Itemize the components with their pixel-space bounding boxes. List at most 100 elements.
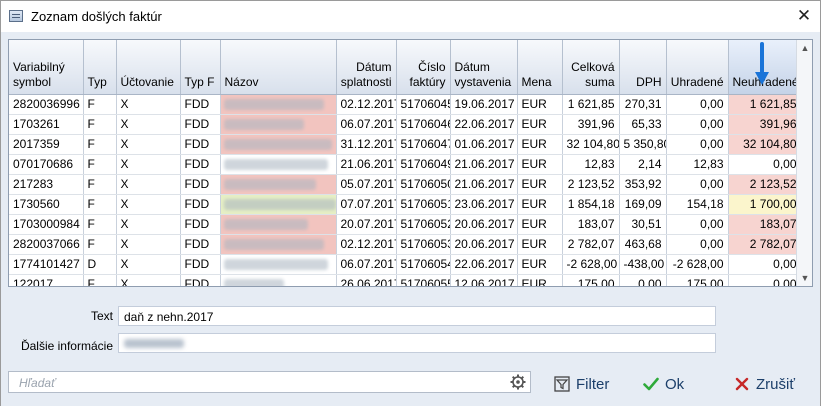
col-header-invoice-number[interactable]: Číslo faktúry bbox=[396, 40, 451, 95]
close-icon[interactable]: ✕ bbox=[792, 5, 816, 29]
cell-type: F bbox=[83, 94, 117, 115]
cell-issue-date: 20.06.2017 bbox=[450, 214, 518, 235]
cell-invoice-type: FDD bbox=[180, 114, 221, 135]
cell-due-date: 20.07.2017 bbox=[336, 214, 397, 235]
cell-vat: 169,09 bbox=[619, 194, 667, 215]
cell-issue-date: 12.06.2017 bbox=[450, 274, 518, 286]
vertical-scrollbar[interactable]: ▲ ▼ bbox=[796, 40, 812, 286]
cell-vat: -438,00 bbox=[619, 254, 667, 275]
cell-vat: 270,31 bbox=[619, 94, 667, 115]
table-row[interactable]: 122017 F X FDD 26.06.2017 51706055 12.06.2017 E… bbox=[9, 274, 802, 286]
cross-icon bbox=[735, 377, 749, 391]
redacted-name bbox=[223, 118, 304, 130]
cell-invoice-type: FDD bbox=[180, 214, 221, 235]
cell-type: F bbox=[83, 114, 117, 135]
cell-accounting: X bbox=[116, 114, 181, 135]
cell-name bbox=[220, 254, 337, 275]
text-field[interactable]: daň z nehn.2017 bbox=[118, 306, 716, 326]
cell-paid: 0,00 bbox=[666, 214, 729, 235]
cell-due-date: 02.12.2017 bbox=[336, 94, 397, 115]
table-row[interactable]: 1730560 F X FDD 07.07.2017 51706051 23.06.2017… bbox=[9, 194, 802, 215]
col-header-issue-date[interactable]: Dátum vystavenia bbox=[450, 40, 518, 95]
cell-issue-date: 22.06.2017 bbox=[450, 254, 518, 275]
scroll-up-icon[interactable]: ▲ bbox=[797, 40, 812, 56]
cell-accounting: X bbox=[116, 134, 181, 155]
cell-paid: -2 628,00 bbox=[666, 254, 729, 275]
cell-vat: 2,14 bbox=[619, 154, 667, 175]
search-box[interactable]: Hľadať bbox=[8, 371, 531, 393]
cell-accounting: X bbox=[116, 174, 181, 195]
cell-currency: EUR bbox=[517, 214, 563, 235]
cell-paid: 175,00 bbox=[666, 274, 729, 286]
cell-paid: 0,00 bbox=[666, 94, 729, 115]
col-header-vat[interactable]: DPH bbox=[619, 40, 667, 95]
invoice-grid[interactable]: Variabilný symbol Typ Účtovanie Typ F Ná… bbox=[8, 39, 813, 287]
cell-unpaid: 183,07 bbox=[728, 214, 802, 235]
cell-currency: EUR bbox=[517, 154, 563, 175]
more-info-field[interactable] bbox=[118, 333, 716, 353]
cell-type: F bbox=[83, 194, 117, 215]
cell-accounting: X bbox=[116, 214, 181, 235]
cell-variable-symbol: 1703261 bbox=[9, 114, 84, 135]
cell-currency: EUR bbox=[517, 94, 563, 115]
window-title: Zoznam došlých faktúr bbox=[31, 9, 162, 24]
table-row[interactable]: 1703261 F X FDD 06.07.2017 51706046 22.06.2017… bbox=[9, 114, 802, 135]
cell-currency: EUR bbox=[517, 254, 563, 275]
col-header-name[interactable]: Názov bbox=[220, 40, 337, 95]
app-window-icon bbox=[9, 10, 23, 22]
table-row[interactable]: 1774101427 D X FDD 06.07.2017 51706054 22.06.2… bbox=[9, 254, 802, 275]
cell-vat: 353,92 bbox=[619, 174, 667, 195]
cell-type: F bbox=[83, 234, 117, 255]
col-header-variable-symbol[interactable]: Variabilný symbol bbox=[9, 40, 84, 95]
text-field-value: daň z nehn.2017 bbox=[124, 310, 214, 324]
cell-unpaid: 32 104,80 bbox=[728, 134, 802, 155]
redacted-name bbox=[223, 258, 328, 270]
gear-icon[interactable] bbox=[510, 374, 526, 390]
cell-paid: 0,00 bbox=[666, 134, 729, 155]
redacted-name bbox=[223, 98, 324, 110]
filter-button[interactable]: Filter bbox=[554, 372, 609, 396]
cell-invoice-number: 51706049 bbox=[396, 154, 451, 175]
col-header-accounting[interactable]: Účtovanie bbox=[116, 40, 181, 95]
cell-invoice-type: FDD bbox=[180, 134, 221, 155]
table-row[interactable]: 2017359 F X FDD 31.12.2017 51706047 01.06.2017… bbox=[9, 134, 802, 155]
cell-name bbox=[220, 214, 337, 235]
cell-vat: 463,68 bbox=[619, 234, 667, 255]
cell-issue-date: 21.06.2017 bbox=[450, 174, 518, 195]
redacted-name bbox=[223, 158, 328, 170]
cell-vat: 65,33 bbox=[619, 114, 667, 135]
col-header-paid[interactable]: Uhradené bbox=[666, 40, 729, 95]
grid-header-row: Variabilný symbol Typ Účtovanie Typ F Ná… bbox=[9, 40, 802, 95]
search-placeholder: Hľadať bbox=[19, 376, 56, 390]
cell-currency: EUR bbox=[517, 234, 563, 255]
cell-total: 32 104,80 bbox=[562, 134, 620, 155]
table-row[interactable]: 2820036996 F X FDD 02.12.2017 51706045 19.06.2… bbox=[9, 94, 802, 115]
scroll-down-icon[interactable]: ▼ bbox=[797, 270, 812, 286]
cancel-button[interactable]: Zrušiť bbox=[734, 372, 795, 396]
col-header-invoice-type[interactable]: Typ F bbox=[180, 40, 221, 95]
table-row[interactable]: 217283 F X FDD 05.07.2017 51706050 21.06.2017 E… bbox=[9, 174, 802, 195]
col-header-currency[interactable]: Mena bbox=[517, 40, 563, 95]
cell-paid: 0,00 bbox=[666, 174, 729, 195]
more-info-redacted bbox=[124, 339, 184, 348]
col-header-total[interactable]: Celková suma bbox=[562, 40, 620, 95]
col-header-due-date[interactable]: Dátum splatnosti bbox=[336, 40, 397, 95]
cell-unpaid: 0,00 bbox=[728, 154, 802, 175]
cell-vat: 30,51 bbox=[619, 214, 667, 235]
table-row[interactable]: 070170686 F X FDD 21.06.2017 51706049 21.06.20… bbox=[9, 154, 802, 175]
col-header-type[interactable]: Typ bbox=[83, 40, 117, 95]
cell-name bbox=[220, 134, 337, 155]
cell-total: 2 123,52 bbox=[562, 174, 620, 195]
redacted-name bbox=[223, 278, 284, 286]
cell-type: F bbox=[83, 214, 117, 235]
scrollbar-thumb[interactable] bbox=[800, 60, 809, 150]
table-row[interactable]: 1703000984 F X FDD 20.07.2017 51706052 20.06.2… bbox=[9, 214, 802, 235]
cell-accounting: X bbox=[116, 94, 181, 115]
cell-total: 1 621,85 bbox=[562, 94, 620, 115]
cell-variable-symbol: 1774101427 bbox=[9, 254, 84, 275]
sort-descending-icon bbox=[755, 42, 769, 86]
ok-button[interactable]: Ok bbox=[643, 372, 684, 396]
table-row[interactable]: 2820037066 F X FDD 02.12.2017 51706053 20.06.2… bbox=[9, 234, 802, 255]
redacted-name bbox=[223, 238, 324, 250]
cell-issue-date: 21.06.2017 bbox=[450, 154, 518, 175]
